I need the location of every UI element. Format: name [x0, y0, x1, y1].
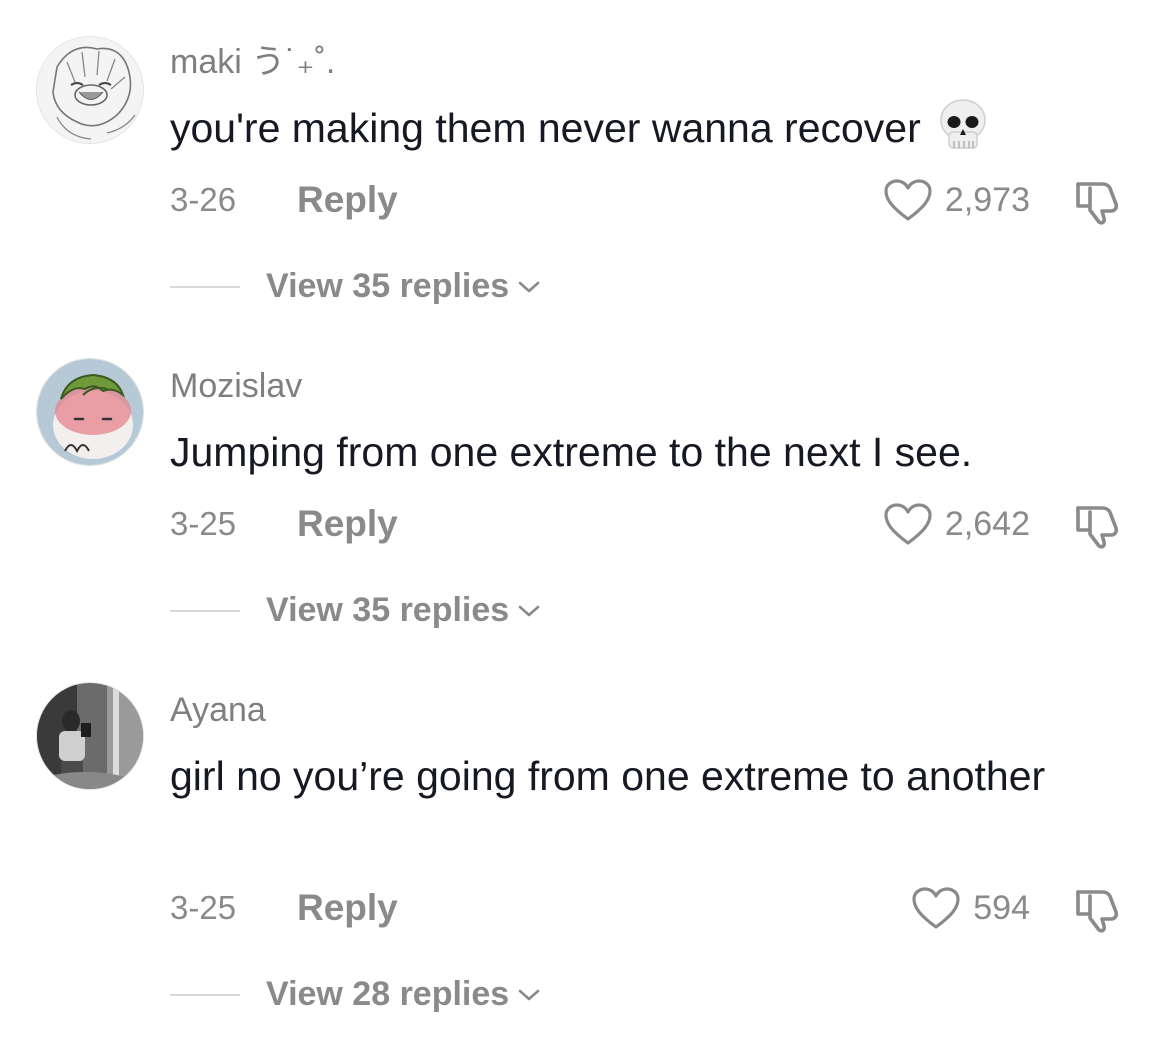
username[interactable]: Ayana [170, 690, 266, 730]
comment-text-content: Jumping from one extreme to the next I s… [170, 429, 973, 475]
skull-icon [937, 98, 989, 154]
view-replies-label: View 35 replies [266, 591, 510, 629]
chevron-down-icon [518, 605, 540, 617]
username[interactable]: Mozislav [170, 366, 302, 406]
view-replies-label: View 35 replies [266, 267, 510, 305]
avatar[interactable] [36, 36, 144, 144]
like-button[interactable]: 2,642 [883, 502, 1030, 546]
reply-button[interactable]: Reply [297, 180, 398, 220]
comment-text-content: girl no you’re going from one extreme to… [170, 753, 1046, 799]
like-button[interactable]: 2,973 [883, 178, 1030, 222]
like-count: 2,973 [944, 181, 1030, 219]
divider [170, 994, 240, 996]
comment-text: girl no you’re going from one extreme to… [170, 746, 1050, 806]
comment-text: Jumping from one extreme to the next I s… [170, 422, 1130, 482]
chevron-down-icon [518, 989, 540, 1001]
avatar[interactable] [36, 682, 144, 790]
comment-date: 3-25 [170, 505, 237, 542]
reply-button[interactable]: Reply [297, 888, 398, 928]
divider [170, 286, 240, 288]
thumbs-down-icon[interactable] [1072, 882, 1124, 934]
avatar-cartoon-image [37, 359, 143, 465]
username[interactable]: maki う˙₊˚. [170, 42, 335, 82]
thumbs-down-icon[interactable] [1072, 174, 1124, 226]
heart-icon[interactable] [883, 178, 933, 222]
view-replies-button[interactable]: View 35 replies [266, 266, 541, 306]
divider [170, 610, 240, 612]
comment-date: 3-25 [170, 889, 237, 926]
heart-icon[interactable] [911, 886, 961, 930]
like-button[interactable]: 594 [911, 886, 1030, 930]
reply-button[interactable]: Reply [297, 504, 398, 544]
comment-date: 3-26 [170, 181, 237, 218]
chevron-down-icon [518, 281, 540, 293]
comment-text-content: you're making them never wanna recover [170, 105, 921, 151]
like-count: 594 [973, 889, 1030, 927]
view-replies-label: View 28 replies [266, 975, 510, 1013]
avatar-photo-image [37, 683, 143, 789]
avatar-sketch-image [37, 37, 143, 143]
view-replies-button[interactable]: View 35 replies [266, 590, 541, 630]
avatar[interactable] [36, 358, 144, 466]
view-replies-button[interactable]: View 28 replies [266, 974, 541, 1014]
like-count: 2,642 [944, 505, 1030, 543]
heart-icon[interactable] [883, 502, 933, 546]
thumbs-down-icon[interactable] [1072, 498, 1124, 550]
comment-text: you're making them never wanna recover [170, 98, 1130, 158]
